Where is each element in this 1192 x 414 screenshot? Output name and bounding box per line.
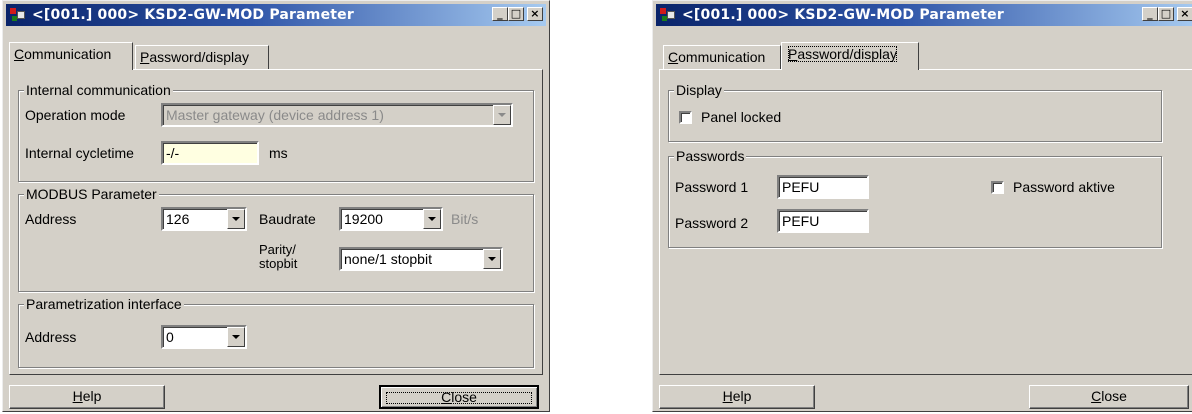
tab-password-display[interactable]: Password/display: [781, 42, 919, 70]
title-bar[interactable]: <[001.] 000> KSD2-GW-MOD Parameter _ □ ×: [656, 4, 1192, 26]
app-icon: [660, 8, 678, 22]
group-title: Parametrization interface: [24, 296, 184, 312]
parameter-window-communication: <[001.] 000> KSD2-GW-MOD Parameter _ □ ×…: [2, 0, 550, 412]
modbus-address-select[interactable]: 126: [161, 207, 247, 231]
window-title: <[001.] 000> KSD2-GW-MOD Parameter: [32, 7, 354, 23]
group-passwords: Passwords Password 1 PEFU Password aktiv…: [668, 148, 1162, 248]
password2-label: Password 2: [675, 215, 749, 231]
tab-panel-communication: Internal communication Operation mode Ma…: [9, 69, 543, 375]
internal-cycletime-label: Internal cycletime: [25, 145, 134, 161]
password2-field[interactable]: PEFU: [777, 209, 869, 233]
panel-locked-checkbox[interactable]: [679, 111, 692, 124]
cycletime-unit-label: ms: [269, 145, 288, 161]
tab-panel-password-display: Display Panel locked Passwords Password …: [659, 69, 1192, 375]
close-button[interactable]: Close: [1029, 385, 1189, 409]
close-icon[interactable]: ×: [1177, 7, 1192, 21]
panel-locked-label[interactable]: Panel locked: [701, 109, 781, 125]
chevron-down-icon[interactable]: [227, 209, 245, 229]
baudrate-unit-label: Bit/s: [451, 211, 479, 227]
window-title: <[001.] 000> KSD2-GW-MOD Parameter: [682, 7, 1004, 23]
group-modbus-parameter: MODBUS Parameter Address 126 Baudrate 19…: [18, 186, 534, 292]
chevron-down-icon[interactable]: [423, 209, 441, 229]
group-title: Display: [674, 82, 724, 98]
app-icon: [10, 8, 28, 22]
help-button[interactable]: Help: [659, 385, 815, 409]
group-parametrization-interface: Parametrization interface Address 0: [18, 296, 534, 368]
param-address-label: Address: [25, 329, 77, 345]
baudrate-select[interactable]: 19200: [339, 207, 443, 231]
param-address-select[interactable]: 0: [161, 325, 247, 349]
maximize-icon[interactable]: □: [508, 7, 524, 21]
chevron-down-icon[interactable]: [483, 249, 501, 269]
minimize-icon[interactable]: _: [1142, 7, 1158, 21]
internal-cycletime-field[interactable]: -/-: [161, 141, 259, 165]
operation-mode-select[interactable]: Master gateway (device address 1): [161, 103, 513, 127]
password-active-checkbox[interactable]: [991, 181, 1004, 194]
password-active-label[interactable]: Password aktive: [1013, 179, 1115, 195]
maximize-icon[interactable]: □: [1158, 7, 1174, 21]
parity-label-line2: stopbit: [259, 256, 298, 271]
close-button[interactable]: Close: [379, 385, 539, 409]
parameter-window-password: <[001.] 000> KSD2-GW-MOD Parameter _ □ ×…: [652, 0, 1192, 412]
tab-password-display[interactable]: Password/display: [135, 45, 269, 69]
group-title: MODBUS Parameter: [24, 186, 159, 202]
group-display: Display Panel locked: [668, 82, 1162, 142]
title-bar[interactable]: <[001.] 000> KSD2-GW-MOD Parameter _ □ ×: [6, 4, 546, 26]
password1-label: Password 1: [675, 179, 749, 195]
parity-stopbit-select[interactable]: none/1 stopbit: [339, 247, 503, 271]
tab-communication[interactable]: Communication: [9, 42, 133, 70]
tab-communication[interactable]: Communication: [663, 45, 781, 69]
parity-label-line1: Parity/: [259, 242, 296, 257]
help-button[interactable]: Help: [9, 385, 165, 409]
close-icon[interactable]: ×: [527, 7, 543, 21]
minimize-icon[interactable]: _: [492, 7, 508, 21]
modbus-address-label: Address: [25, 211, 77, 227]
group-internal-communication: Internal communication Operation mode Ma…: [18, 82, 534, 182]
operation-mode-label: Operation mode: [25, 107, 126, 123]
chevron-down-icon[interactable]: [227, 327, 245, 347]
baudrate-label: Baudrate: [259, 211, 316, 227]
group-title: Passwords: [674, 148, 747, 164]
group-title: Internal communication: [24, 82, 173, 98]
password1-field[interactable]: PEFU: [777, 175, 869, 199]
chevron-down-icon[interactable]: [493, 105, 511, 125]
